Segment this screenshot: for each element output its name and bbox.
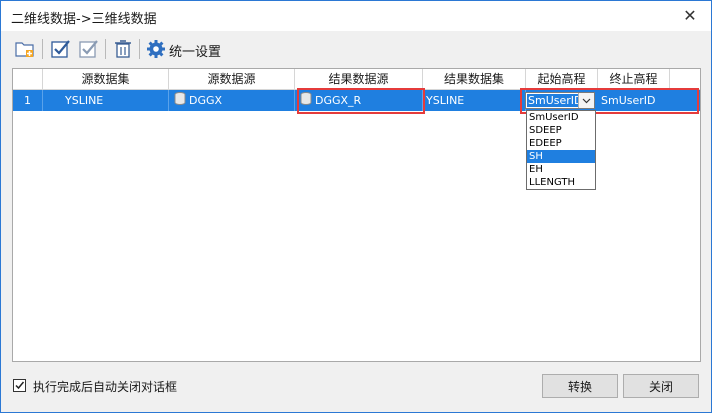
- grid-header: 源数据集 源数据源 结果数据源 结果数据集 起始高程 终止高程: [13, 69, 700, 90]
- cell-source-dataset[interactable]: YSLINE: [43, 90, 169, 111]
- toolbar-separator: [42, 39, 43, 59]
- toolbar-separator: [105, 39, 106, 59]
- close-icon[interactable]: ✕: [679, 5, 701, 27]
- source-datasource-label: DGGX: [189, 94, 223, 107]
- delete-icon[interactable]: [111, 37, 135, 61]
- folder-add-icon[interactable]: [13, 37, 37, 61]
- cell-source-datasource[interactable]: DGGX: [169, 90, 295, 111]
- deselect-check-icon[interactable]: [77, 37, 101, 61]
- column-header-start-elevation[interactable]: 起始高程: [526, 69, 598, 89]
- unified-settings-button[interactable]: 统一设置: [169, 41, 221, 60]
- convert-button[interactable]: 转换: [542, 374, 618, 398]
- select-all-check-icon[interactable]: [49, 37, 73, 61]
- cell-result-dataset[interactable]: YSLINE: [423, 90, 526, 111]
- toolbar-separator: [139, 39, 140, 59]
- elevation-dropdown-list[interactable]: SmUserID SDEEP EDEEP SH EH LLENGTH: [526, 110, 596, 190]
- dropdown-option-selected[interactable]: SH: [527, 150, 595, 163]
- dropdown-option[interactable]: EH: [527, 163, 595, 176]
- database-icon: [174, 91, 186, 112]
- close-button[interactable]: 关闭: [623, 374, 699, 398]
- column-header-source-dataset[interactable]: 源数据集: [43, 69, 169, 89]
- toolbar: 统一设置: [1, 33, 711, 65]
- column-header-index[interactable]: [13, 69, 43, 89]
- dropdown-option[interactable]: LLENGTH: [527, 176, 595, 189]
- gear-icon[interactable]: [144, 37, 168, 61]
- dialog-title: 二维线数据->三维线数据: [11, 12, 157, 27]
- highlight-box-result-datasource: [297, 88, 425, 114]
- auto-close-checkbox[interactable]: [13, 379, 26, 392]
- column-header-result-datasource[interactable]: 结果数据源: [295, 69, 423, 89]
- column-header-source-datasource[interactable]: 源数据源: [169, 69, 295, 89]
- dropdown-option[interactable]: SmUserID: [527, 111, 595, 124]
- title-bar: 二维线数据->三维线数据 ✕: [1, 1, 711, 31]
- row-index: 1: [13, 90, 43, 111]
- dropdown-option[interactable]: SDEEP: [527, 124, 595, 137]
- column-header-end-elevation[interactable]: 终止高程: [598, 69, 670, 89]
- dropdown-option[interactable]: EDEEP: [527, 137, 595, 150]
- auto-close-label: 执行完成后自动关闭对话框: [33, 380, 178, 394]
- dialog-window: 二维线数据->三维线数据 ✕ 统一设置 源数据集 源数据源 结果数据源 结果数据…: [0, 0, 712, 413]
- column-header-result-dataset[interactable]: 结果数据集: [423, 69, 526, 89]
